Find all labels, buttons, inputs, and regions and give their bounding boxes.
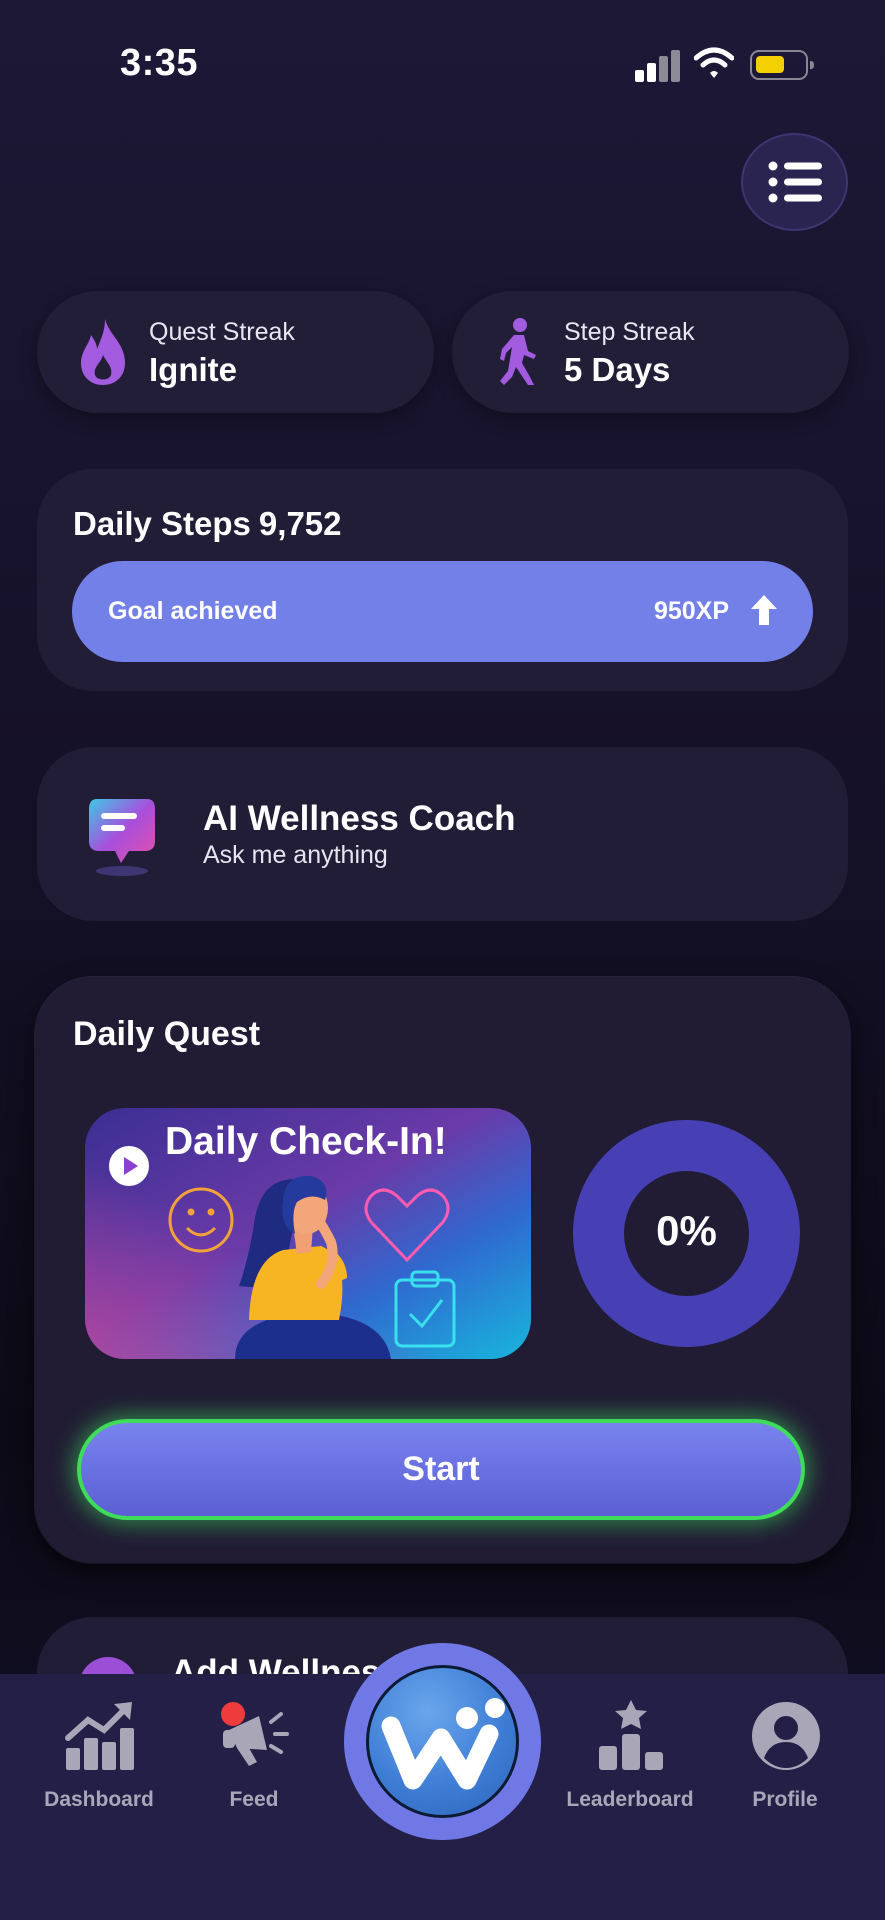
- megaphone-icon: [221, 1702, 289, 1766]
- wifi-icon: [693, 46, 735, 82]
- arrow-up-icon: [751, 595, 777, 625]
- quest-streak-card[interactable]: Quest Streak Ignite: [37, 291, 434, 413]
- nav-label: Feed: [229, 1788, 279, 1811]
- nav-feed[interactable]: Feed: [184, 1700, 324, 1811]
- coach-subtitle: Ask me anything: [203, 841, 388, 869]
- step-streak-card[interactable]: Step Streak 5 Days: [452, 291, 849, 413]
- nav-label: Leaderboard: [566, 1788, 694, 1811]
- coach-title: AI Wellness Coach: [203, 799, 516, 838]
- streak-label: Step Streak: [564, 318, 695, 346]
- chart-growth-icon: [65, 1702, 134, 1770]
- steps-count: 9,752: [258, 505, 342, 542]
- xp-value: 950XP: [653, 597, 729, 625]
- streak-value: 5 Days: [564, 351, 671, 388]
- list-menu-icon: [768, 161, 822, 203]
- steps-title-label: Daily Steps: [73, 505, 251, 542]
- user-icon: [752, 1702, 820, 1770]
- menu-button[interactable]: [741, 133, 848, 231]
- walking-icon: [500, 318, 536, 385]
- chat-bubble-icon: [89, 799, 155, 876]
- nav-label: Dashboard: [44, 1788, 154, 1811]
- play-icon[interactable]: [107, 1144, 151, 1188]
- nav-leaderboard[interactable]: Leaderboard: [560, 1700, 700, 1811]
- nav-dashboard[interactable]: Dashboard: [29, 1700, 169, 1811]
- podium-icon: [599, 1700, 663, 1770]
- steps-title: Daily Steps 9,752: [73, 505, 342, 543]
- goal-label: Goal achieved: [108, 597, 278, 625]
- daily-quest-card: Daily Quest Daily Check-In! 0% Start: [35, 977, 850, 1563]
- quest-title: Daily Quest: [73, 1015, 261, 1053]
- quest-image-title: Daily Check-In!: [165, 1120, 447, 1163]
- cellular-signal-icon: [635, 50, 681, 82]
- flame-icon: [81, 319, 125, 385]
- status-time: 3:35: [120, 42, 199, 84]
- daily-steps-card: Daily Steps 9,752 Goal achieved 950XP: [37, 469, 848, 691]
- start-button[interactable]: Start: [77, 1419, 805, 1520]
- app-logo-icon: [366, 1665, 519, 1818]
- battery-icon: [750, 50, 814, 80]
- progress-percent: 0%: [656, 1207, 717, 1254]
- nav-label: Profile: [752, 1788, 818, 1811]
- center-action-button[interactable]: [344, 1643, 541, 1840]
- notification-dot: [221, 1702, 245, 1726]
- nav-profile[interactable]: Profile: [715, 1700, 855, 1811]
- ai-coach-card[interactable]: AI Wellness Coach Ask me anything: [37, 747, 848, 921]
- streak-label: Quest Streak: [149, 318, 295, 346]
- goal-status-pill[interactable]: Goal achieved 950XP: [72, 561, 813, 662]
- streak-value: Ignite: [149, 351, 237, 388]
- quest-thumbnail[interactable]: Daily Check-In!: [85, 1108, 531, 1359]
